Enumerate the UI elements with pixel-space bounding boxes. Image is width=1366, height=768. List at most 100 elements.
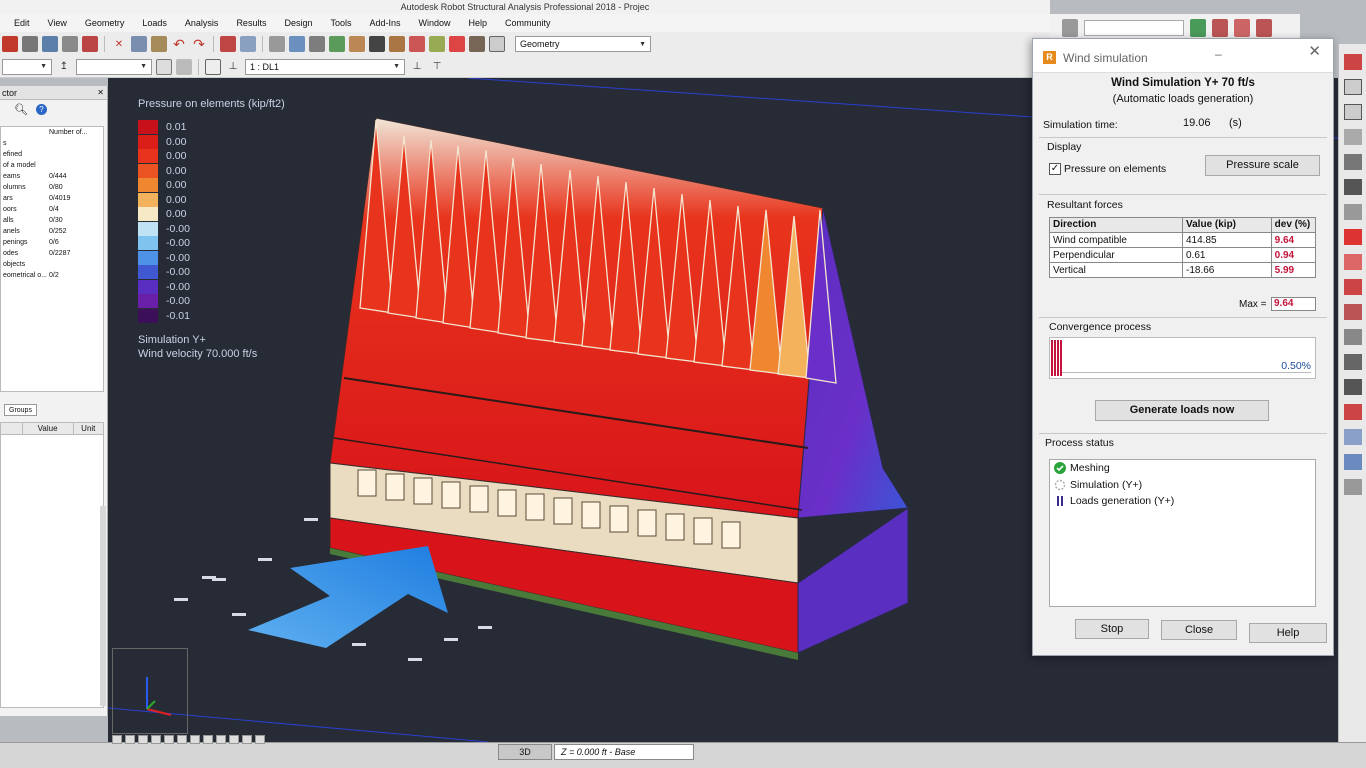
menu-edit[interactable]: Edit <box>14 18 30 28</box>
load-case-select[interactable]: 1 : DL1 ▼ <box>245 58 405 75</box>
panel-icon[interactable] <box>1343 154 1362 170</box>
view-icon[interactable] <box>151 735 161 744</box>
cascade-icon[interactable] <box>1256 19 1272 37</box>
close-icon[interactable]: ✕ <box>1308 42 1321 60</box>
zoom-window-icon[interactable] <box>289 36 305 52</box>
stairs-icon[interactable] <box>1343 479 1362 495</box>
panel-scrollbar[interactable] <box>100 506 106 706</box>
load-icon[interactable] <box>1343 379 1362 395</box>
z-level-field[interactable]: Z = 0.000 ft - Base <box>554 744 694 760</box>
menu-analysis[interactable]: Analysis <box>185 18 219 28</box>
display-icon[interactable] <box>176 58 192 75</box>
frame-icon[interactable] <box>205 58 221 75</box>
menu-window[interactable]: Window <box>419 18 451 28</box>
menu-tools[interactable]: Tools <box>330 18 351 28</box>
section-select[interactable]: ▼ <box>2 58 52 75</box>
print-icon[interactable] <box>22 36 38 52</box>
building-icon[interactable] <box>1343 429 1362 445</box>
table-row[interactable]: anels 0/252 <box>1 226 103 237</box>
view-icon[interactable] <box>242 735 252 744</box>
minimize-icon[interactable]: – <box>1215 47 1222 61</box>
filter-select[interactable]: ▼ <box>76 58 152 75</box>
grid-icon[interactable] <box>156 58 172 75</box>
i-beam-icon[interactable] <box>1343 229 1362 245</box>
bar-chart-icon[interactable] <box>1190 19 1206 37</box>
table-row[interactable]: objects <box>1 259 103 270</box>
frame-icon[interactable] <box>1343 354 1362 370</box>
layout-select[interactable]: Geometry ▼ <box>515 36 651 52</box>
menu-add-ins[interactable]: Add-Ins <box>369 18 400 28</box>
lock-icon[interactable] <box>269 36 285 52</box>
view-icon[interactable] <box>229 735 239 744</box>
sections-icon[interactable] <box>389 36 405 52</box>
window-icon[interactable] <box>1212 19 1228 37</box>
pressure-scale-button[interactable]: Pressure scale <box>1205 155 1320 176</box>
menu-help[interactable]: Help <box>469 18 488 28</box>
flag-icon[interactable] <box>1062 19 1078 37</box>
menu-geometry[interactable]: Geometry <box>85 18 125 28</box>
view-icon[interactable] <box>112 735 122 744</box>
menu-loads[interactable]: Loads <box>142 18 167 28</box>
offset-icon[interactable] <box>1343 279 1362 295</box>
table-row[interactable]: olumns 0/80 <box>1 182 103 193</box>
view-icon[interactable] <box>216 735 226 744</box>
tables-icon[interactable] <box>220 36 236 52</box>
table-row[interactable]: oors 0/4 <box>1 204 103 215</box>
generate-loads-button[interactable]: Generate loads now <box>1095 400 1269 421</box>
table-row[interactable]: ars 0/4019 <box>1 193 103 204</box>
view-icon[interactable] <box>255 735 265 744</box>
rotate-icon[interactable] <box>349 36 365 52</box>
delete-icon[interactable]: ✕ <box>111 36 127 52</box>
calc-note-icon[interactable] <box>62 36 78 52</box>
tab-groups[interactable]: Groups <box>4 404 37 416</box>
paste-icon[interactable] <box>151 36 167 52</box>
redo-icon[interactable]: ↷ <box>191 36 207 52</box>
load-down-icon[interactable]: ⊤ <box>429 59 445 75</box>
table-row[interactable]: alls 0/30 <box>1 215 103 226</box>
menu-community[interactable]: Community <box>505 18 551 28</box>
cursor-icon[interactable]: ↥ <box>56 59 72 75</box>
view-mode-button[interactable]: 3D <box>498 744 552 760</box>
bar-icon[interactable] <box>1343 54 1362 70</box>
view-icon[interactable] <box>125 735 135 744</box>
screen-capture-icon[interactable] <box>82 36 98 52</box>
wall-icon[interactable] <box>1343 129 1362 145</box>
truss-icon[interactable] <box>1343 329 1362 345</box>
view-icon[interactable] <box>190 735 200 744</box>
table-row[interactable]: s <box>1 138 103 149</box>
load-up-icon[interactable]: ⊥ <box>409 59 425 75</box>
table-row[interactable]: odes 0/2287 <box>1 248 103 259</box>
section-icon[interactable] <box>1343 204 1362 220</box>
menu-view[interactable]: View <box>48 18 67 28</box>
support-icon[interactable] <box>1343 179 1362 195</box>
calculate-icon[interactable] <box>449 36 465 52</box>
help-button[interactable]: Help <box>1249 623 1327 643</box>
beam-icon[interactable] <box>1343 104 1362 120</box>
results-icon[interactable] <box>469 36 485 52</box>
help-icon[interactable]: ? <box>35 103 47 115</box>
zoom-icon[interactable] <box>309 36 325 52</box>
copy-icon[interactable] <box>131 36 147 52</box>
column-icon[interactable] <box>1343 79 1362 95</box>
view-icon[interactable] <box>164 735 174 744</box>
properties-icon[interactable] <box>240 36 256 52</box>
loads-icon[interactable] <box>429 36 445 52</box>
print-preview-icon[interactable] <box>42 36 58 52</box>
table-row[interactable]: penings 0/6 <box>1 237 103 248</box>
table-view-icon[interactable] <box>489 36 505 52</box>
undo-icon[interactable]: ↶ <box>171 36 187 52</box>
menu-design[interactable]: Design <box>284 18 312 28</box>
pressure-checkbox[interactable]: ✓ <box>1049 163 1061 175</box>
snow-wind-icon[interactable] <box>1343 404 1362 420</box>
table-row[interactable]: eometrical o... 0/2 <box>1 270 103 281</box>
table-icon[interactable] <box>1343 454 1362 470</box>
view-icon[interactable] <box>177 735 187 744</box>
table-row[interactable]: of a model <box>1 160 103 171</box>
close-button[interactable]: Close <box>1161 620 1237 640</box>
table-row[interactable]: eams 0/444 <box>1 171 103 182</box>
save-icon[interactable] <box>2 36 18 52</box>
structure-model-icon[interactable] <box>369 36 385 52</box>
panel-icon[interactable] <box>1234 19 1250 37</box>
pan-icon[interactable] <box>329 36 345 52</box>
pressure-checkbox-row[interactable]: ✓ Pressure on elements <box>1049 163 1166 175</box>
